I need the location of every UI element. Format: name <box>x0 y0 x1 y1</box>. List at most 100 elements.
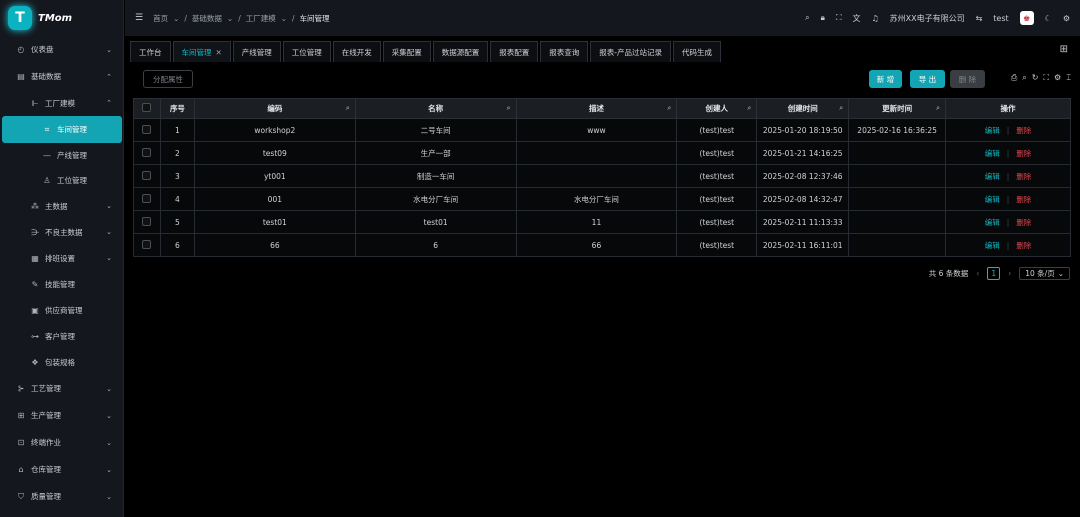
column-header[interactable]: 创建时间 ⌕ <box>756 98 850 119</box>
sidebar-item-dashboard[interactable]: ◴ 仪表盘 ⌄ <box>0 36 124 63</box>
export-button[interactable]: 导 出 <box>910 70 945 88</box>
column-header[interactable]: 名称 ⌕ <box>354 98 517 119</box>
sidebar-item-package[interactable]: ❖ 包装规格 <box>0 349 124 375</box>
sidebar-item-schedule[interactable]: ▦ 排班设置 ⌄ <box>0 245 124 271</box>
search-icon[interactable]: ⌕ <box>936 104 940 113</box>
sidebar-item-skill[interactable]: ✎ 技能管理 <box>0 271 124 297</box>
search-icon[interactable]: ⌕ <box>747 104 751 113</box>
sidebar-item-line[interactable]: — 产线管理 <box>0 143 124 168</box>
sidebar-item-supplier[interactable]: ▣ 供应商管理 <box>0 297 124 323</box>
tab-workbench[interactable]: 工作台 <box>130 41 171 62</box>
search-icon[interactable]: ⌕ <box>1022 73 1026 83</box>
tab-report-query[interactable]: 报表查询 <box>540 41 589 62</box>
tab-collect-config[interactable]: 采集配置 <box>382 41 431 62</box>
sidebar-item-process[interactable]: ⊱ 工艺管理 ⌄ <box>0 375 124 402</box>
search-icon[interactable]: ⌕ <box>667 104 671 113</box>
column-header[interactable]: 更新时间 ⌕ <box>848 98 947 119</box>
sidebar-item-station[interactable]: ♙ 工位管理 <box>0 168 124 193</box>
tab-line[interactable]: 产线管理 <box>232 41 281 62</box>
logo[interactable]: T TMom <box>0 0 123 36</box>
breadcrumb-item[interactable]: 基础数据 <box>192 13 222 24</box>
column-header[interactable]: 描述 ⌕ <box>515 98 678 119</box>
search-icon[interactable]: ⌕ <box>805 13 809 23</box>
switch-icon[interactable]: ⇆ <box>976 14 983 23</box>
close-icon[interactable]: ✕ <box>216 48 222 57</box>
table-row[interactable]: 3 yt001 制造一车间 (test)test 2025-02-08 12:37:46… <box>133 164 1071 188</box>
grid-icon[interactable]: ⊞ <box>1060 44 1068 55</box>
company-switch[interactable]: 苏州XX电子有限公司 <box>890 13 965 24</box>
tab-station[interactable]: 工位管理 <box>282 41 331 62</box>
sidebar-item-basic-data[interactable]: ▤ 基础数据 ⌃ <box>0 63 124 90</box>
delete-link[interactable]: 删除 <box>1016 126 1031 135</box>
sidebar-item-customer[interactable]: ⊶ 客户管理 <box>0 323 124 349</box>
table-row[interactable]: 4 001 水电分厂车间 水电分厂车间 (test)test 2025-02-08 14:… <box>133 187 1071 211</box>
table-row[interactable]: 2 test09 生产一部 (test)test 2025-01-21 14:16:25… <box>133 141 1071 165</box>
column-header[interactable]: 创建人 ⌕ <box>676 98 758 119</box>
edit-link[interactable]: 编辑 <box>985 172 1000 181</box>
delete-link[interactable]: 删除 <box>1016 195 1031 204</box>
page-size-select[interactable]: 10 条/页 ⌄ <box>1019 267 1070 280</box>
edit-link[interactable]: 编辑 <box>985 241 1000 250</box>
settings-icon[interactable]: ⚙ <box>1054 73 1061 83</box>
tab-datasource[interactable]: 数据源配置 <box>432 41 489 62</box>
new-button[interactable]: 新 增 <box>869 70 902 88</box>
bell-icon[interactable]: ♫ <box>871 14 878 23</box>
column-header[interactable]: 编码 ⌕ <box>193 98 356 119</box>
table-row[interactable]: 6 66 6 66 (test)test 2025-02-11 16:11:01 编辑 | 删除 <box>133 233 1071 257</box>
table-row[interactable]: 1 workshop2 二号车间 www (test)test 2025-01-20 18… <box>133 118 1071 142</box>
sidebar-item-terminal[interactable]: ⊡ 终端作业 ⌄ <box>0 429 124 456</box>
translate-icon[interactable]: 文 <box>852 13 860 24</box>
tab-report-station[interactable]: 报表-产品过站记录 <box>590 41 672 62</box>
row-checkbox[interactable] <box>142 124 152 134</box>
tab-report-config[interactable]: 报表配置 <box>490 41 539 62</box>
select-all-checkbox[interactable] <box>142 103 152 112</box>
delete-button[interactable]: 删 除 <box>950 70 985 88</box>
next-page-icon[interactable]: › <box>1008 269 1011 278</box>
chevron-down-icon: ⌄ <box>226 13 234 23</box>
tab-online-dev[interactable]: 在线开发 <box>332 41 381 62</box>
breadcrumb-item[interactable]: 工厂建模 <box>246 13 276 24</box>
row-checkbox[interactable] <box>142 216 152 226</box>
document-icon: ▤ <box>17 72 25 81</box>
sidebar-item-warehouse[interactable]: ⌂ 仓库管理 ⌄ <box>0 456 124 483</box>
fullscreen-icon[interactable]: ⛶ <box>836 13 842 23</box>
assign-attr-button[interactable]: 分配属性 <box>143 70 193 88</box>
tab-codegen[interactable]: 代码生成 <box>673 41 722 62</box>
sidebar-item-workshop[interactable]: ⌗ 车间管理 <box>2 116 122 143</box>
search-icon[interactable]: ⌕ <box>346 104 350 113</box>
sidebar-item-quality[interactable]: ⛉ 质量管理 ⌄ <box>0 483 124 510</box>
search-icon[interactable]: ⌕ <box>839 104 843 113</box>
sidebar-item-production[interactable]: ⊞ 生产管理 ⌄ <box>0 402 124 429</box>
delete-link[interactable]: 删除 <box>1016 218 1031 227</box>
print-icon[interactable]: ⎙ <box>1011 73 1017 83</box>
search-icon[interactable]: ⌕ <box>507 104 511 113</box>
breadcrumb-item[interactable]: 首页 <box>153 13 168 24</box>
edit-link[interactable]: 编辑 <box>985 195 1000 204</box>
edit-link[interactable]: 编辑 <box>985 218 1000 227</box>
lock-icon[interactable]: 🔒︎ <box>821 13 825 23</box>
row-checkbox[interactable] <box>142 170 152 180</box>
prev-page-icon[interactable]: ‹ <box>976 269 979 278</box>
table-row[interactable]: 5 test01 test01 11 (test)test 2025-02-11 11:1… <box>133 210 1071 234</box>
sidebar-item-factory-model[interactable]: ⊩ 工厂建模 ⌃ <box>0 90 124 116</box>
tab-workshop[interactable]: 车间管理 ✕ <box>172 41 231 62</box>
row-checkbox[interactable] <box>142 147 152 157</box>
fullscreen-icon[interactable]: ⛶ <box>1043 73 1049 83</box>
delete-link[interactable]: 删除 <box>1016 172 1031 181</box>
row-checkbox[interactable] <box>142 193 152 203</box>
page-number[interactable]: 1 <box>987 267 1001 280</box>
delete-link[interactable]: 删除 <box>1016 149 1031 158</box>
settings-icon[interactable]: ⚙ <box>1063 14 1070 23</box>
sidebar-item-defect[interactable]: ⋺ 不良主数据 ⌄ <box>0 219 124 245</box>
edit-link[interactable]: 编辑 <box>985 149 1000 158</box>
username[interactable]: test <box>993 14 1008 23</box>
menu-toggle-icon[interactable]: ☰ <box>135 13 143 23</box>
column-height-icon[interactable]: ⌶ <box>1066 73 1071 83</box>
sidebar-item-master[interactable]: ⁂ 主数据 ⌄ <box>0 193 124 219</box>
refresh-icon[interactable]: ↻ <box>1032 73 1039 83</box>
edit-link[interactable]: 编辑 <box>985 126 1000 135</box>
row-checkbox[interactable] <box>142 239 152 249</box>
avatar[interactable]: ♚ <box>1019 11 1034 25</box>
theme-moon-icon[interactable]: ☾ <box>1045 14 1052 23</box>
delete-link[interactable]: 删除 <box>1016 241 1031 250</box>
